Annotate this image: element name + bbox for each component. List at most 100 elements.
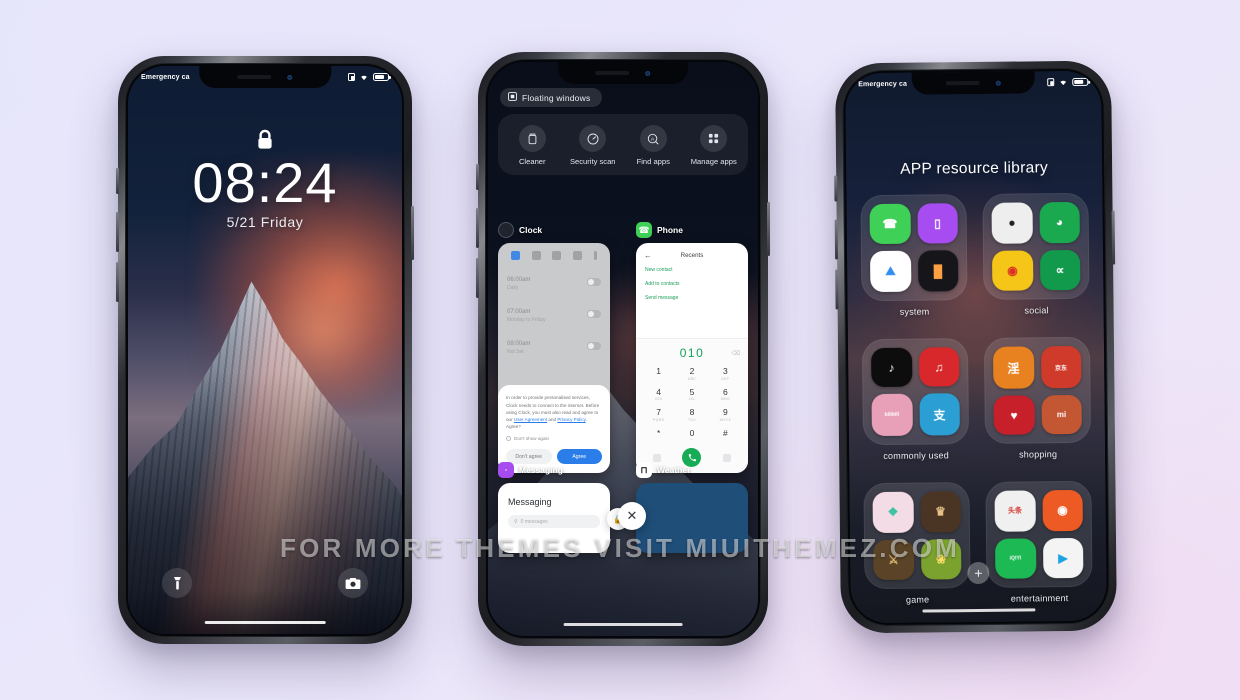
dial-key[interactable]: 4 GHI bbox=[642, 387, 675, 401]
trash-icon bbox=[518, 125, 546, 152]
alarm-row[interactable]: 08:00am Not Set bbox=[507, 336, 601, 355]
phone-task-card[interactable]: ← Recents New contact Add to contacts Se… bbox=[636, 243, 748, 473]
dial-key[interactable]: 3 DEF bbox=[709, 367, 742, 381]
backspace-icon[interactable]: ⌫ bbox=[732, 350, 740, 357]
privacy-policy-link[interactable]: Privacy Policy bbox=[557, 417, 585, 422]
floating-windows-chip[interactable]: Floating windows bbox=[500, 88, 603, 107]
honor-of-kings-app-icon[interactable]: ♛ bbox=[920, 491, 961, 533]
volume-down-button-3[interactable] bbox=[835, 269, 839, 310]
user-agreement-link[interactable]: User Agreement bbox=[514, 417, 547, 422]
themes-app-icon[interactable]: █ bbox=[917, 250, 959, 292]
quick-action-manage-apps[interactable]: Manage apps bbox=[684, 125, 745, 166]
volume-down-button-2[interactable] bbox=[476, 258, 479, 298]
recent-task-messaging[interactable]: ▫ Messaging Messaging ⚲ 0 messages bbox=[498, 462, 610, 553]
dial-key[interactable]: # bbox=[709, 428, 742, 443]
camera-icon[interactable] bbox=[338, 568, 368, 598]
power-button-3[interactable] bbox=[1111, 210, 1116, 265]
mi-store-app-icon[interactable]: mi bbox=[1041, 394, 1082, 435]
alarm-row[interactable]: 07:00am Monday to Friday bbox=[507, 304, 601, 323]
timer-tab-icon[interactable] bbox=[552, 251, 562, 260]
bilibili-app-icon[interactable]: bilibili bbox=[871, 393, 913, 437]
folder-entertainment[interactable]: 头条 ◉ iQIYI ▶ entertainment bbox=[985, 480, 1093, 604]
qq-app-icon[interactable]: ● bbox=[991, 202, 1033, 244]
new-contact-link[interactable]: New contact bbox=[645, 267, 739, 273]
more-menu-icon[interactable] bbox=[594, 251, 598, 260]
dont-show-again-checkbox[interactable]: Don't show again bbox=[506, 436, 602, 441]
power-button-2[interactable] bbox=[767, 202, 770, 256]
puzzle-game-app-icon[interactable]: ❀ bbox=[920, 538, 962, 580]
meituan-app-icon[interactable]: ♥ bbox=[993, 395, 1035, 435]
kuaishou-app-icon[interactable]: ◉ bbox=[1042, 489, 1083, 531]
messaging-task-card[interactable]: Messaging ⚲ 0 messages bbox=[498, 483, 610, 553]
netease-music-app-icon[interactable]: ♫ bbox=[918, 347, 960, 387]
gallery-app-icon[interactable]: ⛰ bbox=[869, 250, 911, 293]
folder-social[interactable]: ● ◕ ◉ ∝ social bbox=[982, 192, 1090, 316]
home-indicator[interactable] bbox=[204, 620, 326, 624]
dial-key[interactable]: 0 + bbox=[675, 428, 708, 442]
alipay-social-app-icon[interactable]: ∝ bbox=[1039, 249, 1081, 291]
weather-task-card[interactable] bbox=[636, 483, 748, 553]
recent-task-clock[interactable]: Clock 06:00am Daily 07:00am Monday to Fr… bbox=[498, 222, 610, 473]
jd-app-icon[interactable]: 京东 bbox=[1040, 345, 1082, 389]
toutiao-app-icon[interactable]: 头条 bbox=[994, 490, 1036, 532]
send-message-link[interactable]: Send message bbox=[645, 295, 739, 301]
alarm-row[interactable]: 06:00am Daily bbox=[507, 272, 601, 291]
volume-down-button[interactable] bbox=[116, 262, 119, 302]
notch-2 bbox=[558, 62, 688, 84]
folder-game[interactable]: ❖ ♛ ⚔ ❀ game bbox=[863, 482, 971, 605]
worldclock-tab-icon[interactable] bbox=[531, 251, 541, 260]
folder-system[interactable]: ☎ ▯ ⛰ █ system bbox=[860, 194, 968, 317]
folder-commonly-used[interactable]: ♪ ♫ bilibili 支 commonly used bbox=[861, 338, 970, 461]
add-to-contacts-link[interactable]: Add to contacts bbox=[645, 281, 739, 287]
taobao-app-icon[interactable]: 淫 bbox=[992, 346, 1034, 389]
flashlight-icon[interactable] bbox=[162, 568, 192, 598]
wechat-app-icon[interactable]: ◕ bbox=[1038, 201, 1080, 243]
sim-icon bbox=[348, 73, 355, 81]
game-center-app-icon[interactable]: ❖ bbox=[872, 491, 914, 533]
add-icon[interactable]: + bbox=[967, 561, 990, 585]
quick-action-find-apps[interactable]: A Find apps bbox=[623, 125, 684, 166]
volume-up-button-2[interactable] bbox=[476, 208, 479, 248]
dial-key[interactable]: 6 MNO bbox=[709, 387, 742, 401]
tencent-video-app-icon[interactable]: ▶ bbox=[1042, 537, 1084, 579]
close-icon[interactable]: ✕ bbox=[618, 502, 646, 530]
quick-action-security-scan[interactable]: Security scan bbox=[563, 125, 624, 166]
volume-up-button[interactable] bbox=[116, 212, 119, 252]
dial-key[interactable]: 2 ABC bbox=[675, 367, 708, 381]
home-indicator-2[interactable] bbox=[563, 622, 683, 626]
svg-text:A: A bbox=[651, 136, 655, 142]
silent-switch-3[interactable] bbox=[834, 175, 838, 202]
dial-key[interactable]: 8 TUV bbox=[675, 408, 708, 422]
dial-key[interactable]: 1 bbox=[642, 367, 675, 381]
recent-cards-row-upper: Clock 06:00am Daily 07:00am Monday to Fr… bbox=[488, 222, 758, 473]
contacts-shortcut-icon[interactable] bbox=[723, 453, 732, 462]
quick-action-cleaner[interactable]: Cleaner bbox=[502, 125, 563, 166]
recent-task-weather[interactable]: ⊓ Weather bbox=[636, 462, 748, 553]
weibo-app-icon[interactable]: ◉ bbox=[991, 249, 1033, 291]
alarm-tab-icon[interactable] bbox=[510, 251, 520, 260]
silent-switch-2[interactable] bbox=[476, 164, 479, 190]
alarm-toggle[interactable] bbox=[587, 277, 601, 286]
dial-key[interactable]: * bbox=[642, 428, 675, 443]
phone-app-icon[interactable]: ☎ bbox=[869, 203, 911, 245]
alarm-toggle[interactable] bbox=[587, 309, 601, 318]
silent-switch[interactable] bbox=[116, 168, 119, 194]
dial-key[interactable]: 7 PQRS bbox=[642, 408, 675, 422]
messaging-search-input[interactable]: ⚲ 0 messages bbox=[508, 515, 600, 528]
iqiyi-app-icon[interactable]: iQIYI bbox=[995, 537, 1036, 579]
strategy-game-app-icon[interactable]: ⚔ bbox=[873, 539, 914, 581]
alarm-toggle[interactable] bbox=[587, 341, 601, 350]
clock-task-card[interactable]: 06:00am Daily 07:00am Monday to Friday 0… bbox=[498, 243, 610, 473]
folder-shopping[interactable]: 淫 京东 ♥ mi shopping bbox=[983, 336, 1092, 460]
sim-icon bbox=[1047, 78, 1055, 87]
messaging-app-icon[interactable]: ▯ bbox=[916, 203, 958, 244]
recent-task-phone[interactable]: ☎ Phone ← Recents New contact Add to con… bbox=[636, 222, 748, 473]
dial-key[interactable]: 5 JKL bbox=[675, 387, 708, 401]
volume-up-button-3[interactable] bbox=[834, 219, 839, 260]
alipay-app-icon[interactable]: 支 bbox=[918, 393, 960, 436]
stopwatch-tab-icon[interactable] bbox=[573, 251, 583, 260]
dial-key[interactable]: 9 WXYZ bbox=[709, 408, 742, 422]
power-button[interactable] bbox=[411, 206, 414, 260]
keypad-hide-icon[interactable] bbox=[652, 453, 661, 462]
tiktok-app-icon[interactable]: ♪ bbox=[871, 347, 912, 388]
